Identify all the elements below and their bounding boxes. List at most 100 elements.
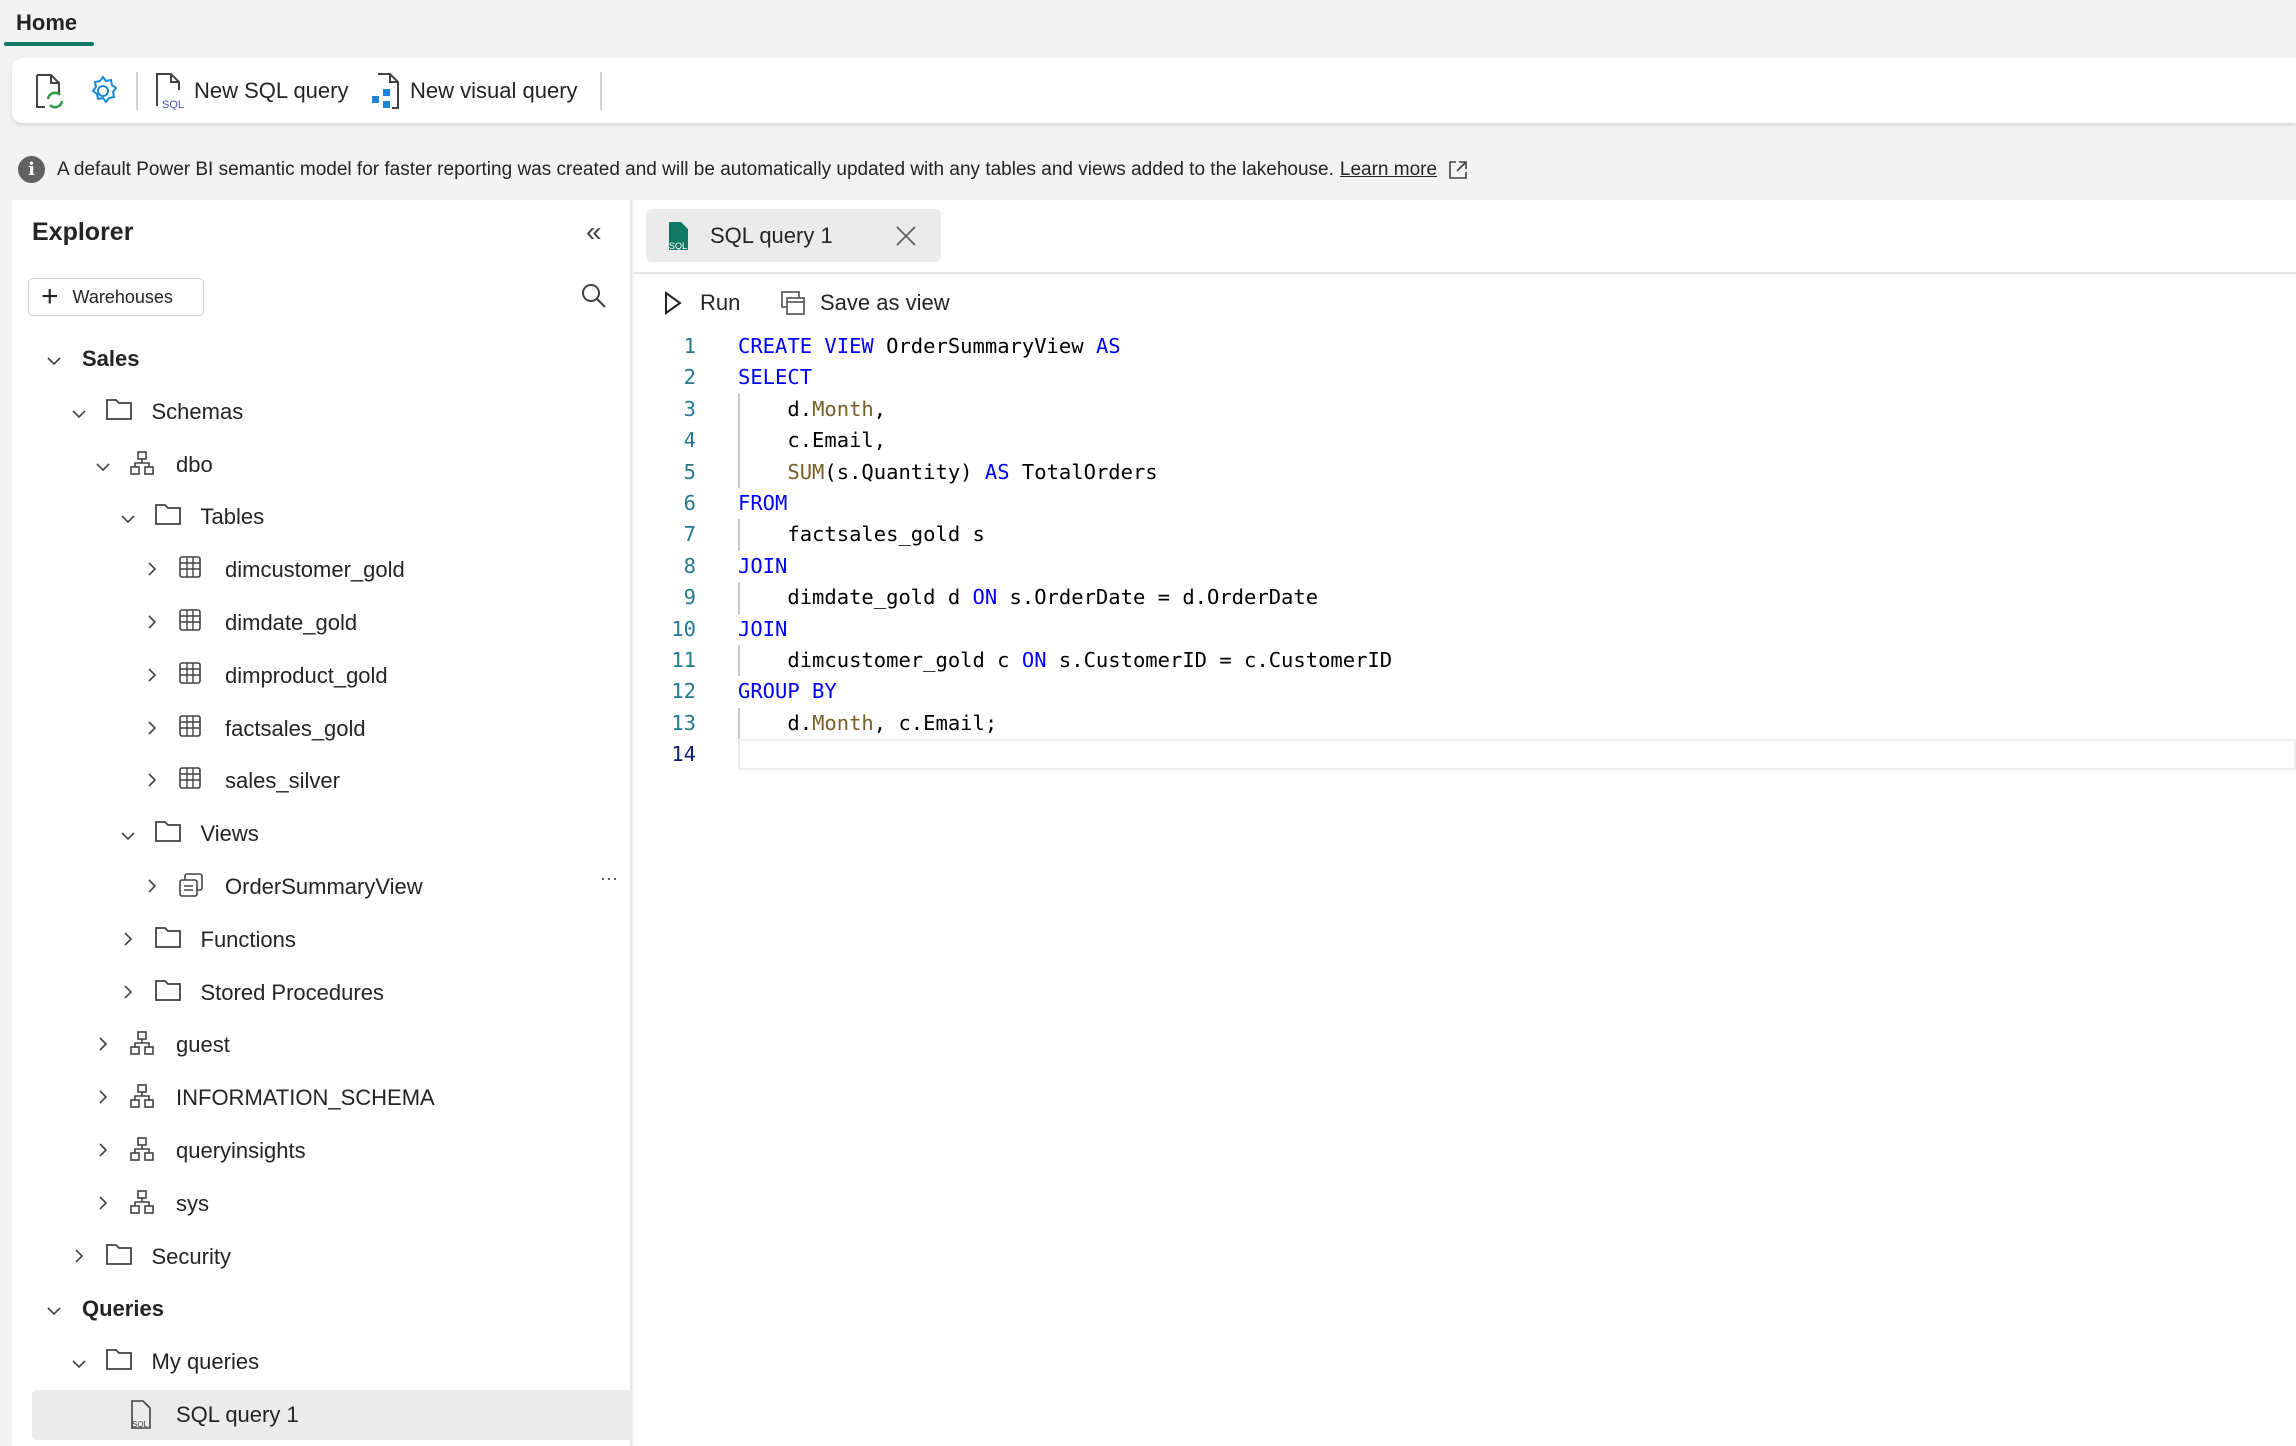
- external-link-icon[interactable]: [1447, 159, 1469, 181]
- tree-item-dbo[interactable]: dbo: [32, 440, 632, 490]
- chevron-down-icon[interactable]: [93, 452, 113, 478]
- code-line: 2 SELECT: [634, 362, 2296, 393]
- more-options-icon[interactable]: ···: [600, 868, 618, 889]
- line-number: 9: [683, 585, 696, 610]
- chevron-right-icon[interactable]: [142, 874, 162, 900]
- add-warehouses-button[interactable]: + Warehouses: [28, 278, 204, 316]
- tree-item-queries[interactable]: Queries: [32, 1284, 632, 1334]
- explorer-title: Explorer: [32, 218, 134, 246]
- chevron-right-icon[interactable]: [69, 1244, 89, 1270]
- tree-item-dimdate-gold[interactable]: dimdate_gold: [32, 598, 632, 648]
- chevron-right-icon[interactable]: [118, 927, 138, 953]
- chevron-right-icon[interactable]: [142, 610, 162, 636]
- new-visual-query-button[interactable]: New visual query: [370, 58, 578, 123]
- tree-item-label: sales_silver: [225, 768, 340, 794]
- chevron-right-icon[interactable]: [142, 768, 162, 794]
- chevron-down-icon[interactable]: [44, 346, 64, 372]
- code-token: ON: [972, 585, 998, 610]
- chevron-right-icon[interactable]: [142, 557, 162, 583]
- code-line: 7 factsales_gold s: [634, 519, 2296, 551]
- tree-item-functions[interactable]: Functions: [32, 915, 632, 965]
- tree-item-ordersummaryview[interactable]: OrderSummaryView ···: [32, 862, 632, 912]
- active-tab-indicator: [4, 42, 94, 46]
- code-token: AS: [984, 459, 1010, 484]
- run-button[interactable]: Run: [664, 288, 740, 318]
- chevron-right-icon[interactable]: [93, 1138, 113, 1164]
- tab-home[interactable]: Home: [16, 10, 77, 36]
- code-token: OrderSummaryView: [886, 334, 1096, 358]
- refresh-file-icon: [36, 73, 64, 108]
- code-token: TotalOrders: [1009, 459, 1158, 484]
- search-icon[interactable]: [580, 282, 608, 310]
- tree-item-sales[interactable]: Sales: [32, 334, 632, 384]
- tree-item-sys[interactable]: sys: [32, 1179, 632, 1229]
- tree-item-label: Views: [200, 821, 259, 847]
- svg-text:SQL: SQL: [162, 99, 184, 110]
- schema-icon: [129, 450, 157, 478]
- chevron-right-icon[interactable]: [118, 980, 138, 1006]
- code-line: 8 JOIN: [634, 551, 2296, 582]
- code-token: SELECT: [738, 365, 813, 390]
- plus-icon: +: [41, 280, 59, 313]
- code-line: 6 FROM: [634, 488, 2296, 519]
- tree-item-views[interactable]: Views: [32, 809, 632, 859]
- chevron-down-icon[interactable]: [69, 399, 89, 425]
- sql-code-editor[interactable]: 1 CREATE VIEW OrderSummaryView AS 2 SELECT 3…: [634, 331, 2296, 771]
- tree-item-my-queries[interactable]: My queries: [32, 1337, 632, 1387]
- tree-item-sales-silver[interactable]: sales_silver: [32, 756, 632, 806]
- chevron-right-icon[interactable]: [142, 716, 162, 742]
- tree-item-label: dimproduct_gold: [225, 662, 388, 688]
- tree-item-factsales-gold[interactable]: factsales_gold: [32, 704, 632, 754]
- line-number: 4: [683, 428, 696, 453]
- line-number: 13: [671, 710, 696, 735]
- tree-item-guest[interactable]: guest: [32, 1020, 632, 1070]
- tree-item-sql-query-1[interactable]: SQL SQL query 1: [32, 1390, 632, 1440]
- code-token: AS: [1095, 334, 1121, 358]
- chevron-right-icon[interactable]: [93, 1085, 113, 1111]
- line-number: 3: [683, 396, 696, 421]
- visual-query-icon: [372, 72, 399, 109]
- tab-sql-query-1[interactable]: SQL SQL query 1: [646, 209, 941, 262]
- tree-item-tables[interactable]: Tables: [32, 492, 632, 542]
- collapse-panel-icon[interactable]: «: [586, 216, 602, 248]
- code-token: c.Email,: [738, 428, 887, 453]
- chevron-down-icon[interactable]: [118, 821, 138, 847]
- save-as-view-button[interactable]: Save as view: [780, 288, 950, 318]
- folder-icon: [154, 925, 182, 953]
- tree-item-label: Security: [151, 1243, 231, 1269]
- table-icon: [178, 766, 206, 794]
- svg-text:SQL: SQL: [132, 1420, 149, 1429]
- tree-item-schemas[interactable]: Schemas: [32, 387, 632, 437]
- code-token: Month: [812, 710, 874, 735]
- chevron-right-icon[interactable]: [142, 663, 162, 689]
- code-token: Month: [812, 396, 874, 421]
- tree-item-stored-procedures[interactable]: Stored Procedures: [32, 968, 632, 1018]
- learn-more-link[interactable]: Learn more: [1340, 159, 1437, 181]
- chevron-down-icon[interactable]: [44, 1296, 64, 1322]
- settings-button[interactable]: [86, 58, 120, 123]
- code-line: 3 d.Month,: [634, 393, 2296, 426]
- tree-item-information-schema[interactable]: INFORMATION_SCHEMA: [32, 1073, 632, 1123]
- code-token: FROM: [738, 490, 788, 515]
- new-visual-query-label: New visual query: [410, 77, 578, 103]
- sql-file-icon: SQL: [156, 72, 184, 110]
- tree-item-label: dimdate_gold: [225, 610, 358, 635]
- chevron-down-icon[interactable]: [69, 1349, 89, 1375]
- tree-item-dimproduct-gold[interactable]: dimproduct_gold: [32, 651, 632, 701]
- tree-item-security[interactable]: Security: [32, 1232, 632, 1282]
- tree-item-queryinsights[interactable]: queryinsights: [32, 1126, 632, 1176]
- chevron-right-icon[interactable]: [93, 1191, 113, 1217]
- new-sql-query-button[interactable]: SQL New SQL query: [154, 58, 348, 123]
- refresh-button[interactable]: [34, 58, 68, 123]
- code-token: CREATE VIEW: [738, 334, 887, 358]
- chevron-right-icon[interactable]: [93, 1032, 113, 1058]
- close-icon[interactable]: [895, 225, 917, 247]
- tree-item-dimcustomer-gold[interactable]: dimcustomer_gold: [32, 545, 632, 595]
- chevron-down-icon[interactable]: [118, 504, 138, 530]
- code-token: ,: [873, 396, 887, 421]
- code-token: , c.Email;: [873, 710, 998, 735]
- code-token: d.: [738, 710, 813, 735]
- tree-item-label: sys: [176, 1190, 209, 1216]
- code-token: dimdate_gold d: [738, 585, 973, 610]
- gear-icon: [91, 74, 118, 104]
